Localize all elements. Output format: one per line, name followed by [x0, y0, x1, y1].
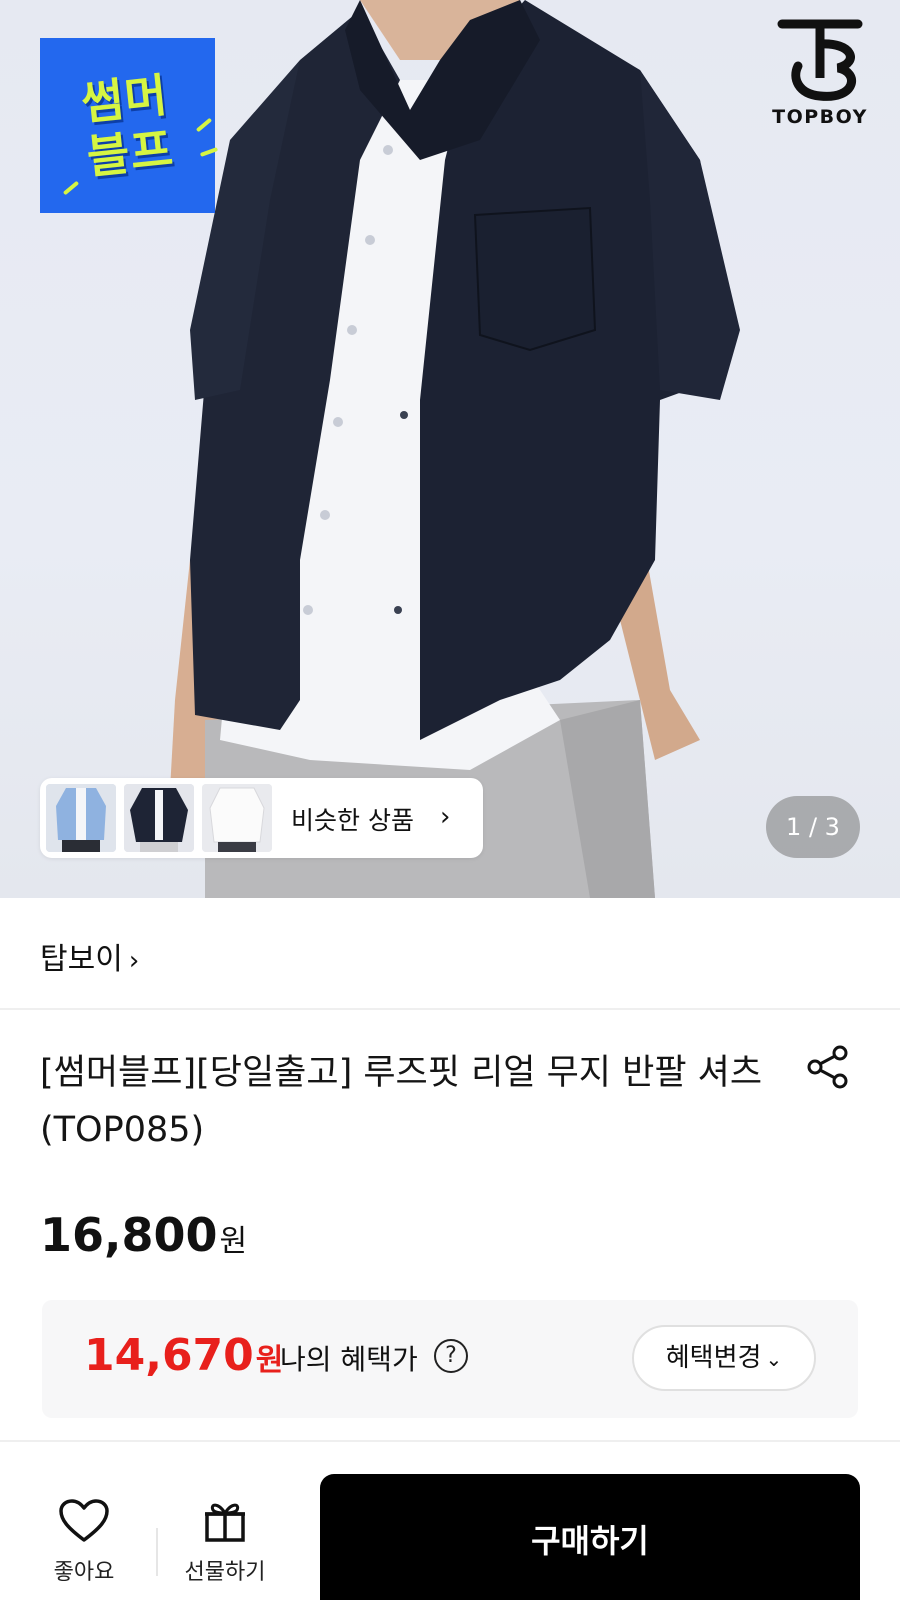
- product-title: [썸머블프][당일출고] 루즈핏 리얼 무지 반팔 셔츠 (TOP085): [40, 1053, 763, 1150]
- buy-button[interactable]: 구매하기: [320, 1474, 860, 1600]
- share-glyph: [807, 1045, 848, 1089]
- price-unit: 원: [219, 1224, 248, 1259]
- brand-wordmark: TOPBOY: [772, 106, 868, 128]
- benefit-price: 14,670원: [84, 1330, 283, 1381]
- product-image-carousel[interactable]: 썸머 블프 TOPBOY 비슷한 상품 › 1 / 3: [0, 0, 900, 898]
- gift-label: 선물하기: [184, 1560, 266, 1585]
- promo-badge: 썸머 블프: [40, 38, 219, 213]
- help-icon[interactable]: ?: [434, 1339, 468, 1373]
- price-row: 16,800원: [40, 1208, 247, 1264]
- similar-thumb-light-blue[interactable]: [46, 784, 116, 852]
- share-icon[interactable]: [806, 1045, 850, 1089]
- chevron-down-icon: ⌄: [765, 1347, 783, 1371]
- benefit-price-value: 14,670: [84, 1330, 254, 1381]
- change-benefit-label: 혜택변경: [665, 1343, 762, 1373]
- thumb-shirt-white: [202, 784, 272, 852]
- gift-button[interactable]: 선물하기: [170, 1498, 280, 1586]
- heart-icon: [59, 1499, 109, 1542]
- like-label: 좋아요: [53, 1560, 115, 1585]
- thumb-shirt-light-blue: [46, 784, 116, 852]
- chevron-right-icon: ›: [440, 802, 451, 832]
- thumb-shirt-navy: [124, 784, 194, 852]
- promo-badge-text: 썸머 블프: [78, 67, 177, 185]
- bottom-bar-separator: [156, 1528, 158, 1576]
- gift-icon: [205, 1503, 245, 1542]
- benefit-price-box: 14,670원 나의 혜택가 ? 혜택변경 ⌄: [42, 1300, 858, 1418]
- bottom-action-bar: 좋아요 선물하기 구매하기: [0, 1440, 900, 1600]
- like-button[interactable]: 좋아요: [29, 1498, 139, 1586]
- benefit-label: 나의 혜택가: [280, 1343, 418, 1376]
- brand-link[interactable]: 탑보이 ›: [40, 934, 140, 977]
- brand-name[interactable]: 탑보이: [40, 942, 123, 977]
- similar-thumb-navy[interactable]: [124, 784, 194, 852]
- change-benefit-button[interactable]: 혜택변경 ⌄: [632, 1325, 816, 1391]
- similar-thumb-white[interactable]: [202, 784, 272, 852]
- brand-logo: TOPBOY: [756, 16, 884, 128]
- original-price: 16,800: [40, 1208, 218, 1262]
- divider: [0, 1008, 900, 1010]
- chevron-right-icon: ›: [128, 946, 140, 976]
- similar-products-card[interactable]: 비슷한 상품 ›: [40, 778, 483, 858]
- similar-products-label[interactable]: 비슷한 상품: [291, 801, 414, 837]
- page-indicator: 1 / 3: [766, 796, 860, 858]
- topboy-logo-icon: [777, 19, 863, 101]
